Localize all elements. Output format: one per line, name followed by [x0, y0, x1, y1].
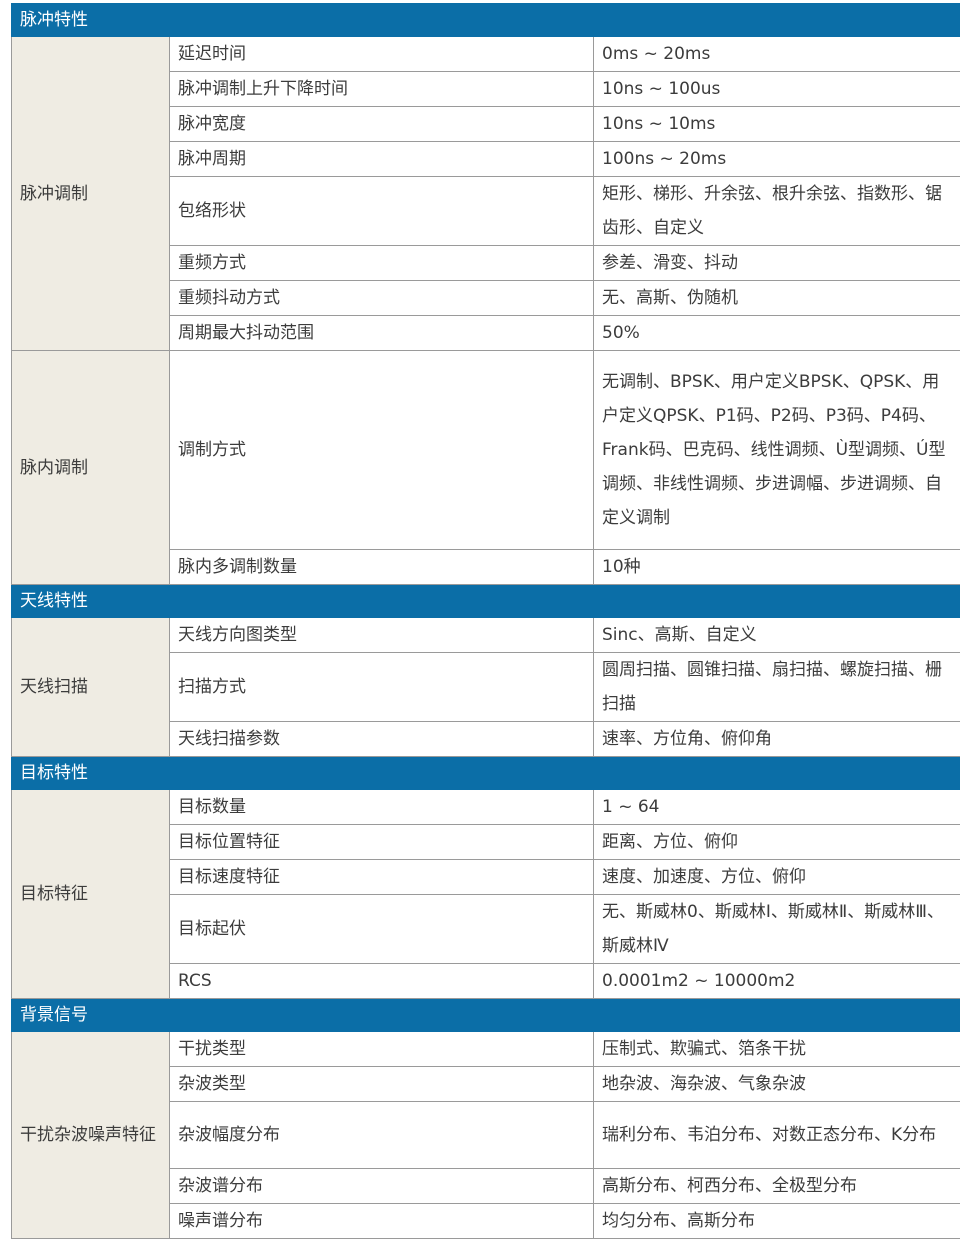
group-label: 目标特征: [12, 790, 170, 999]
table-row: 干扰杂波噪声特征干扰类型压制式、欺骗式、箔条干扰: [12, 1032, 960, 1067]
section-title: 背景信号: [12, 999, 960, 1032]
section-header: 脉冲特性: [12, 4, 960, 37]
parameter-name: 扫描方式: [170, 653, 594, 722]
group-label: 脉冲调制: [12, 37, 170, 351]
section-header: 天线特性: [12, 585, 960, 618]
section-title: 脉冲特性: [12, 4, 960, 37]
parameter-value: 高斯分布、柯西分布、全极型分布: [594, 1169, 960, 1204]
parameter-value: Sinc、高斯、自定义: [594, 618, 960, 653]
group-label: 脉内调制: [12, 351, 170, 585]
table-row: 脉内调制调制方式无调制、BPSK、用户定义BPSK、QPSK、用户定义QPSK、…: [12, 351, 960, 550]
parameter-name: 延迟时间: [170, 37, 594, 72]
parameter-value: 无调制、BPSK、用户定义BPSK、QPSK、用户定义QPSK、P1码、P2码、…: [594, 351, 960, 550]
parameter-name: 目标位置特征: [170, 825, 594, 860]
table-row: 天线扫描天线方向图类型Sinc、高斯、自定义: [12, 618, 960, 653]
section-header: 目标特性: [12, 757, 960, 790]
parameter-value: 10ns ~ 100us: [594, 72, 960, 107]
parameter-value: 速度、加速度、方位、俯仰: [594, 860, 960, 895]
parameter-value: 速率、方位角、俯仰角: [594, 722, 960, 757]
parameter-name: 目标起伏: [170, 895, 594, 964]
table-row: 目标特征目标数量1 ~ 64: [12, 790, 960, 825]
parameter-value: 0ms ~ 20ms: [594, 37, 960, 72]
parameter-name: 天线扫描参数: [170, 722, 594, 757]
parameter-name: 脉冲周期: [170, 142, 594, 177]
parameter-value: 100ns ~ 20ms: [594, 142, 960, 177]
parameter-value: 地杂波、海杂波、气象杂波: [594, 1067, 960, 1102]
section-title: 天线特性: [12, 585, 960, 618]
group-label: 干扰杂波噪声特征: [12, 1032, 170, 1239]
parameter-value: 压制式、欺骗式、箔条干扰: [594, 1032, 960, 1067]
parameter-name: 目标速度特征: [170, 860, 594, 895]
parameter-value: 0.0001m2 ~ 10000m2: [594, 964, 960, 999]
parameter-name: 杂波幅度分布: [170, 1102, 594, 1169]
parameter-name: 目标数量: [170, 790, 594, 825]
parameter-value: 无、斯威林0、斯威林Ⅰ、斯威林Ⅱ、斯威林Ⅲ、斯威林Ⅳ: [594, 895, 960, 964]
parameter-value: 圆周扫描、圆锥扫描、扇扫描、螺旋扫描、栅扫描: [594, 653, 960, 722]
parameter-value: 10ns ~ 10ms: [594, 107, 960, 142]
parameter-value: 瑞利分布、韦泊分布、对数正态分布、K分布: [594, 1102, 960, 1169]
parameter-value: 无、高斯、伪随机: [594, 281, 960, 316]
parameter-value: 10种: [594, 550, 960, 585]
parameter-name: 天线方向图类型: [170, 618, 594, 653]
parameter-name: 干扰类型: [170, 1032, 594, 1067]
parameter-name: 脉冲宽度: [170, 107, 594, 142]
parameter-name: 噪声谱分布: [170, 1204, 594, 1239]
parameter-value: 距离、方位、俯仰: [594, 825, 960, 860]
parameter-name: 重频抖动方式: [170, 281, 594, 316]
parameter-name: 周期最大抖动范围: [170, 316, 594, 351]
parameter-value: 1 ~ 64: [594, 790, 960, 825]
group-label: 天线扫描: [12, 618, 170, 757]
section-title: 目标特性: [12, 757, 960, 790]
parameter-name: 脉冲调制上升下降时间: [170, 72, 594, 107]
section-header: 背景信号: [12, 999, 960, 1032]
parameter-name: 杂波类型: [170, 1067, 594, 1102]
parameter-name: 脉内多调制数量: [170, 550, 594, 585]
parameter-value: 参差、滑变、抖动: [594, 246, 960, 281]
parameter-value: 矩形、梯形、升余弦、根升余弦、指数形、锯齿形、自定义: [594, 177, 960, 246]
parameter-name: 杂波谱分布: [170, 1169, 594, 1204]
parameter-value: 均匀分布、高斯分布: [594, 1204, 960, 1239]
spec-table-body: 脉冲特性脉冲调制延迟时间0ms ~ 20ms脉冲调制上升下降时间10ns ~ 1…: [12, 4, 960, 1239]
spec-table: 脉冲特性脉冲调制延迟时间0ms ~ 20ms脉冲调制上升下降时间10ns ~ 1…: [11, 3, 960, 1239]
parameter-value: 50%: [594, 316, 960, 351]
parameter-name: 重频方式: [170, 246, 594, 281]
table-row: 脉冲调制延迟时间0ms ~ 20ms: [12, 37, 960, 72]
parameter-name: RCS: [170, 964, 594, 999]
parameter-name: 包络形状: [170, 177, 594, 246]
parameter-name: 调制方式: [170, 351, 594, 550]
